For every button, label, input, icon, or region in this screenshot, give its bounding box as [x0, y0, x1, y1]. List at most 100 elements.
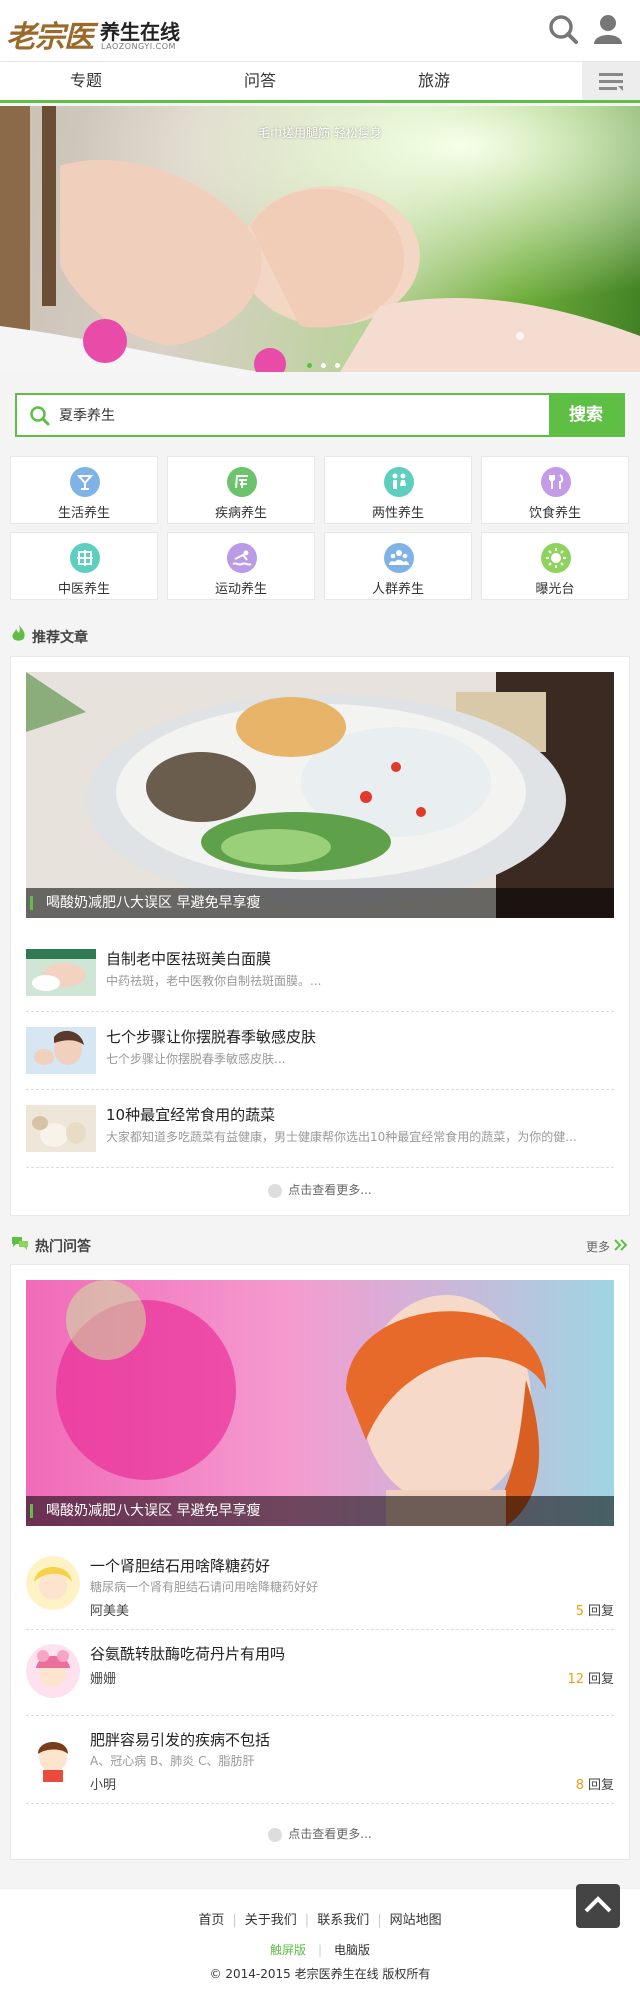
article-title: 七个步骤让你摆脱春季敏感皮肤	[106, 1028, 317, 1046]
pager-dot[interactable]	[307, 363, 312, 368]
search-input[interactable]	[59, 395, 519, 435]
spa-massage-image	[0, 106, 640, 372]
user-icon[interactable]	[588, 10, 628, 50]
question-item[interactable]: 肥胖容易引发的疾病不包括 A、冠心病 B、肺炎 C、脂肪肝 小明 8 回复	[26, 1716, 614, 1804]
chevron-up-icon	[584, 1896, 612, 1913]
nav-item-qa[interactable]: 问答	[200, 62, 320, 100]
version-pc[interactable]: 电脑版	[334, 1943, 370, 1957]
section-title-hotqa: 热门问答	[35, 1239, 91, 1255]
question-user: 阿美美	[90, 1604, 130, 1619]
girl-portrait-image	[26, 1280, 614, 1526]
search-button[interactable]: 搜索	[549, 395, 623, 435]
reply-number: 12	[567, 1672, 584, 1687]
article-item[interactable]: 自制老中医祛斑美白面膜 中药祛斑，老中医教你自制祛斑面膜。...	[26, 934, 614, 1012]
recommend-cover[interactable]: 喝酸奶减肥八大误区 早避免早享瘦	[26, 672, 614, 918]
user-avatar	[26, 1644, 80, 1698]
reply-count[interactable]: 12 回复	[567, 1668, 614, 1687]
loading-dot-icon	[268, 1183, 283, 1198]
cover-caption: 喝酸奶减肥八大误区 早避免早享瘦	[26, 1496, 614, 1526]
hero-banner[interactable]: 毛巾搓用腿筋 轻松瘦身	[0, 106, 640, 372]
category-disease[interactable]: 疾病养生	[167, 456, 315, 524]
nav-item-travel[interactable]: 旅游	[374, 62, 494, 100]
article-item[interactable]: 七个步骤让你摆脱春季敏感皮肤 七个步骤让你摆脱春季敏感皮肤...	[26, 1012, 614, 1090]
illness-icon	[227, 467, 257, 497]
banner-caption: 毛巾搓用腿筋 轻松瘦身	[258, 126, 382, 140]
footer-link-home[interactable]: 首页	[198, 1913, 224, 1928]
logo-mark: 老宗医	[6, 20, 94, 55]
category-people[interactable]: 人群养生	[324, 532, 472, 600]
footer-links: 首页 | 关于我们 | 联系我们 | 网站地图	[0, 1909, 640, 1928]
site-logo[interactable]: 老宗医 养生在线 LAOZONGYI.COM	[6, 6, 182, 56]
category-tcm[interactable]: 中医养生	[10, 532, 158, 600]
category-grid: 生活养生 疾病养生 两性养生 饮食养生 中医养生 运动养生 人群养生 曝光台	[10, 456, 630, 604]
reply-count[interactable]: 8 回复	[576, 1774, 614, 1793]
footer-link-contact[interactable]: 联系我们	[317, 1913, 369, 1928]
search-icon[interactable]	[544, 10, 584, 50]
people-icon	[384, 543, 414, 573]
reply-count[interactable]: 5 回复	[576, 1600, 614, 1619]
question-user: 姗姗	[90, 1672, 117, 1687]
swim-icon	[227, 543, 257, 573]
article-title: 自制老中医祛斑美白面膜	[106, 950, 272, 968]
cocktail-icon	[70, 467, 100, 497]
divider: |	[377, 1913, 382, 1928]
user-avatar	[26, 1556, 80, 1610]
double-chevron-right-icon	[614, 1239, 628, 1251]
version-switch: 触屏版 | 电脑版	[0, 1941, 640, 1958]
menu-button[interactable]	[582, 62, 640, 100]
loading-dot-icon	[268, 1827, 283, 1842]
search-icon	[30, 406, 50, 426]
category-label: 饮食养生	[528, 506, 581, 521]
chat-bubbles-icon	[12, 1237, 28, 1250]
more-link-label: 更多	[586, 1240, 611, 1254]
article-desc: 中药祛斑，老中医教你自制祛斑面膜。...	[106, 974, 322, 988]
sun-icon	[541, 543, 571, 573]
question-desc: 糖尿病一个肾有胆结石请问用啥降糖药好好	[90, 1580, 319, 1594]
category-gender[interactable]: 两性养生	[324, 456, 472, 524]
question-item[interactable]: 谷氨酰转肽酶吃荷丹片有用吗 姗姗 12 回复	[26, 1630, 614, 1716]
flame-icon	[12, 625, 25, 641]
category-exposure[interactable]: 曝光台	[481, 532, 629, 600]
recommend-panel: 喝酸奶减肥八大误区 早避免早享瘦 自制老中医祛斑美白面膜 中药祛斑，老中医教你自…	[10, 656, 630, 1216]
reply-label: 回复	[587, 1672, 614, 1687]
user-avatar	[26, 1730, 80, 1784]
category-label: 两性养生	[371, 506, 424, 521]
question-item[interactable]: 一个肾胆结石用啥降糖药好 糖尿病一个肾有胆结石请问用啥降糖药好好 阿美美 5 回复	[26, 1542, 614, 1630]
category-label: 生活养生	[57, 506, 110, 521]
footer-link-sitemap[interactable]: 网站地图	[390, 1913, 442, 1928]
pager-dot[interactable]	[335, 363, 341, 368]
reply-number: 5	[575, 1604, 584, 1619]
hotqa-cover[interactable]: 喝酸奶减肥八大误区 早避免早享瘦	[26, 1280, 614, 1526]
article-item[interactable]: 10种最宜经常食用的蔬菜 大家都知道多吃蔬菜有益健康，男士健康帮你选出10种最宜…	[26, 1090, 614, 1168]
footer-link-about[interactable]: 关于我们	[245, 1913, 297, 1928]
pager-dot[interactable]	[321, 363, 327, 368]
reply-number: 8	[575, 1778, 584, 1793]
back-to-top-button[interactable]	[576, 1884, 620, 1928]
reply-label: 回复	[587, 1604, 614, 1619]
load-more-questions[interactable]: 点击查看更多...	[11, 1825, 629, 1842]
salad-bowl-image	[26, 672, 614, 918]
category-sport[interactable]: 运动养生	[167, 532, 315, 600]
category-label: 运动养生	[214, 582, 267, 597]
question-user: 小明	[90, 1778, 117, 1793]
category-diet[interactable]: 饮食养生	[481, 456, 629, 524]
site-footer: 首页 | 关于我们 | 联系我们 | 网站地图 触屏版 | 电脑版 © 2014-2015 老宗…	[0, 1888, 640, 1998]
version-touch[interactable]: 触屏版	[270, 1943, 306, 1957]
article-thumbnail	[26, 949, 96, 996]
divider: |	[304, 1913, 310, 1928]
article-desc: 七个步骤让你摆脱春季敏感皮肤...	[106, 1052, 286, 1066]
site-name: 养生在线	[100, 20, 180, 44]
load-more-articles[interactable]: 点击查看更多...	[11, 1181, 629, 1198]
banner-pager	[307, 353, 341, 372]
nav-item-topics[interactable]: 专题	[26, 62, 146, 100]
category-life[interactable]: 生活养生	[10, 456, 158, 524]
load-more-label: 点击查看更多...	[288, 1183, 372, 1197]
category-label: 人群养生	[371, 582, 424, 597]
search-bar: 搜索	[15, 393, 625, 437]
divider: |	[317, 1943, 323, 1957]
tcm-icon	[70, 543, 100, 573]
site-header: 老宗医 养生在线 LAOZONGYI.COM	[0, 0, 640, 62]
category-label: 曝光台	[535, 582, 575, 597]
hotqa-more-link[interactable]: 更多	[586, 1238, 628, 1255]
section-title-recommend: 推荐文章	[32, 630, 88, 646]
